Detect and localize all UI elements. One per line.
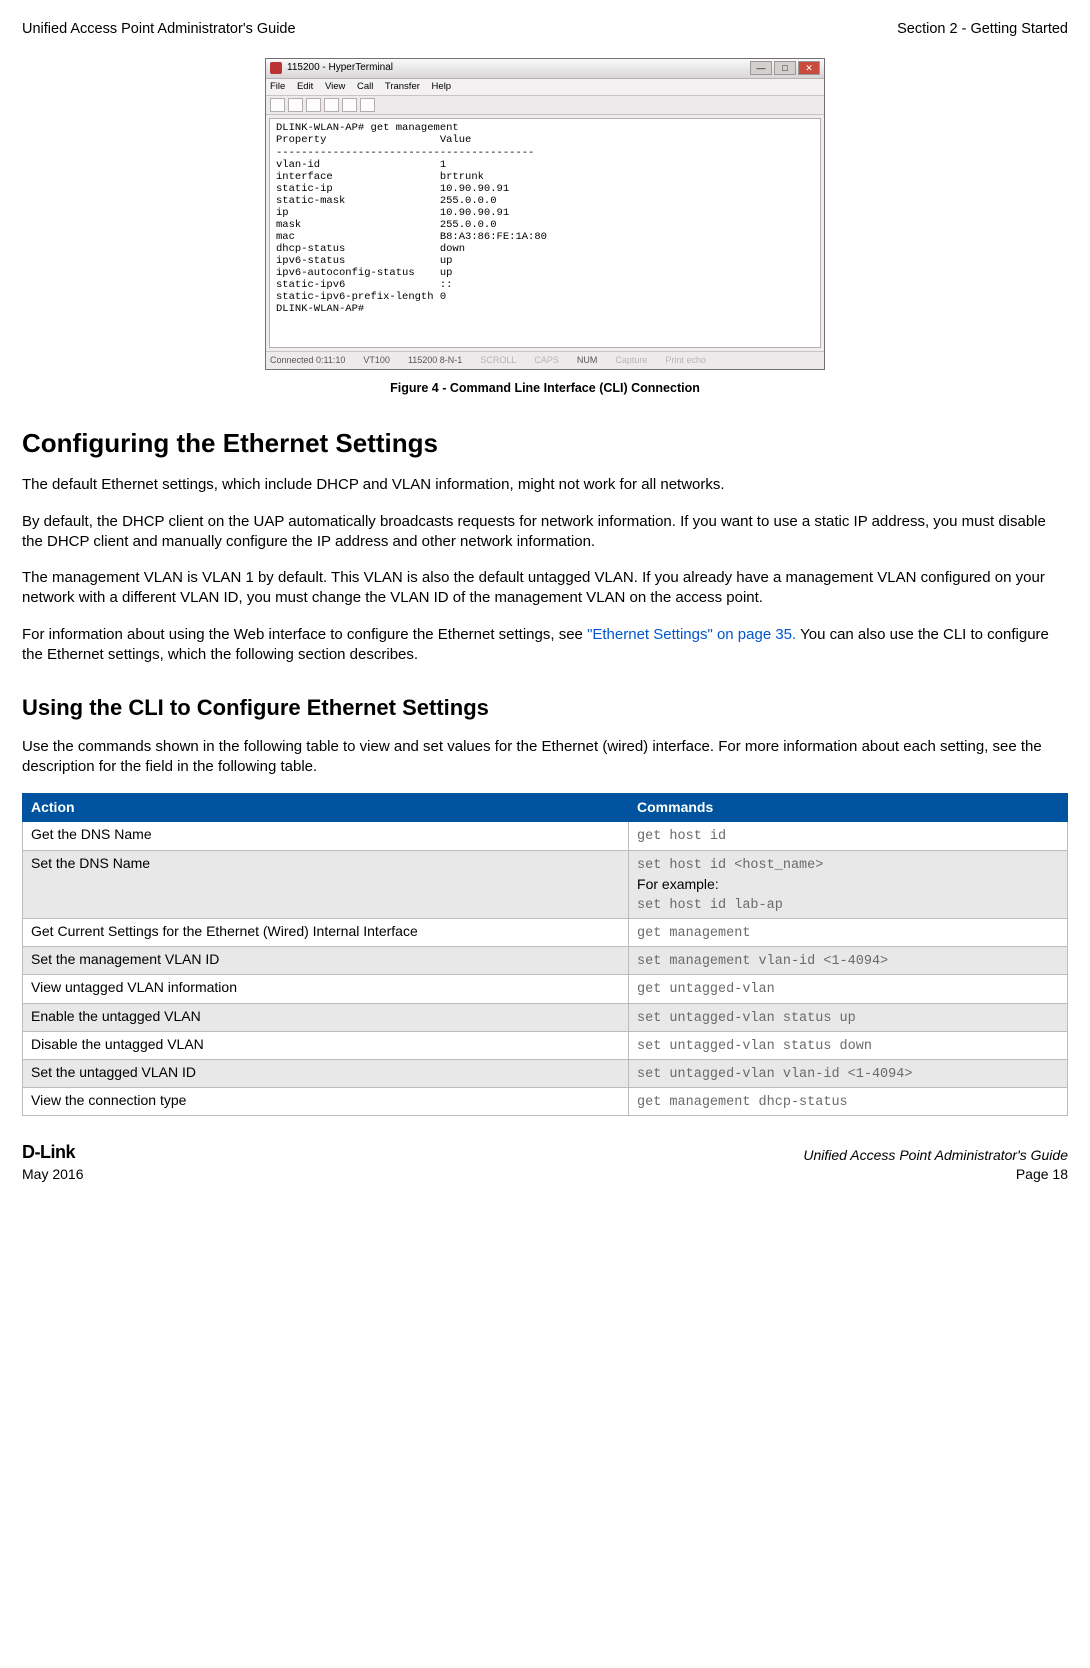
cell-action: Get Current Settings for the Ethernet (W… — [23, 918, 629, 946]
toolbar-icon[interactable] — [324, 98, 339, 112]
cell-action: View untagged VLAN information — [23, 975, 629, 1003]
menu-edit[interactable]: Edit — [297, 81, 313, 92]
cell-action: Set the management VLAN ID — [23, 947, 629, 975]
status-caps: CAPS — [534, 354, 559, 366]
brand-logo: D-Link — [22, 1140, 83, 1164]
status-term: VT100 — [363, 354, 390, 366]
menu-bar: File Edit View Call Transfer Help — [266, 79, 824, 97]
table-header-row: Action Commands — [23, 794, 1068, 822]
cmd-text: get management dhcp-status — [637, 1095, 848, 1110]
page-header: Unified Access Point Administrator's Gui… — [22, 20, 1068, 40]
cmd-text: get untagged-vlan — [637, 982, 775, 997]
cell-action: Disable the untagged VLAN — [23, 1031, 629, 1059]
footer-left: D-Link May 2016 — [22, 1140, 83, 1183]
page-footer: D-Link May 2016 Unified Access Point Adm… — [22, 1140, 1068, 1183]
window-titlebar: 115200 - HyperTerminal — □ ✕ — [266, 59, 824, 79]
cmd-text: set management vlan-id <1-4094> — [637, 954, 888, 969]
text: For information about using the Web inte… — [22, 626, 587, 643]
figure-caption: Figure 4 - Command Line Interface (CLI) … — [22, 380, 1068, 397]
figure-cli: 115200 - HyperTerminal — □ ✕ File Edit V… — [22, 58, 1068, 397]
maximize-button[interactable]: □ — [774, 61, 796, 75]
footer-date: May 2016 — [22, 1165, 83, 1184]
cell-command: set untagged-vlan status up — [629, 1003, 1068, 1031]
cmd-text: set untagged-vlan status up — [637, 1011, 856, 1026]
cell-command: set untagged-vlan vlan-id <1-4094> — [629, 1059, 1068, 1087]
table-row: View the connection type get management … — [23, 1088, 1068, 1116]
status-num: NUM — [577, 354, 598, 366]
cmd-text: set untagged-vlan vlan-id <1-4094> — [637, 1067, 912, 1082]
cell-command: set host id <host_name> For example: set… — [629, 850, 1068, 918]
table-row: Disable the untagged VLAN set untagged-v… — [23, 1031, 1068, 1059]
paragraph: The default Ethernet settings, which inc… — [22, 475, 1068, 495]
page-number: Page 18 — [803, 1165, 1068, 1184]
close-button[interactable]: ✕ — [798, 61, 820, 75]
cmd-text: get management — [637, 926, 750, 941]
table-row: Set the DNS Name set host id <host_name>… — [23, 850, 1068, 918]
paragraph: By default, the DHCP client on the UAP a… — [22, 512, 1068, 553]
table-row: View untagged VLAN information get untag… — [23, 975, 1068, 1003]
col-action: Action — [23, 794, 629, 822]
plain-text: For example: — [637, 876, 719, 892]
status-bar: Connected 0:11:10 VT100 115200 8-N-1 SCR… — [266, 351, 824, 368]
footer-right: Unified Access Point Administrator's Gui… — [803, 1146, 1068, 1184]
cross-reference-link[interactable]: "Ethernet Settings" on page 35. — [587, 626, 796, 643]
app-icon — [270, 62, 282, 74]
footer-doc-title: Unified Access Point Administrator's Gui… — [803, 1146, 1068, 1165]
window-title: 115200 - HyperTerminal — [287, 61, 393, 75]
toolbar-icon[interactable] — [360, 98, 375, 112]
cell-action: View the connection type — [23, 1088, 629, 1116]
heading-using-cli: Using the CLI to Configure Ethernet Sett… — [22, 693, 1068, 723]
paragraph: For information about using the Web inte… — [22, 625, 1068, 666]
window-controls: — □ ✕ — [750, 61, 820, 75]
cmd-text: set host id lab-ap — [637, 898, 783, 913]
cell-command: set management vlan-id <1-4094> — [629, 947, 1068, 975]
table-row: Set the management VLAN ID set managemen… — [23, 947, 1068, 975]
menu-call[interactable]: Call — [357, 81, 373, 92]
cmd-text: set untagged-vlan status down — [637, 1039, 872, 1054]
cell-command: get host id — [629, 822, 1068, 850]
minimize-button[interactable]: — — [750, 61, 772, 75]
paragraph: The management VLAN is VLAN 1 by default… — [22, 568, 1068, 609]
cell-command: get untagged-vlan — [629, 975, 1068, 1003]
cell-command: get management — [629, 918, 1068, 946]
cell-command: get management dhcp-status — [629, 1088, 1068, 1116]
status-echo: Print echo — [665, 354, 706, 366]
status-connected: Connected 0:11:10 — [270, 354, 345, 366]
table-row: Get Current Settings for the Ethernet (W… — [23, 918, 1068, 946]
status-capture: Capture — [615, 354, 647, 366]
menu-help[interactable]: Help — [432, 81, 452, 92]
cell-command: set untagged-vlan status down — [629, 1031, 1068, 1059]
table-row: Get the DNS Name get host id — [23, 822, 1068, 850]
toolbar-icon[interactable] — [288, 98, 303, 112]
paragraph: Use the commands shown in the following … — [22, 737, 1068, 778]
cell-action: Set the DNS Name — [23, 850, 629, 918]
toolbar-icon[interactable] — [306, 98, 321, 112]
toolbar — [266, 96, 824, 115]
col-commands: Commands — [629, 794, 1068, 822]
table-row: Set the untagged VLAN ID set untagged-vl… — [23, 1059, 1068, 1087]
hyperterminal-window: 115200 - HyperTerminal — □ ✕ File Edit V… — [265, 58, 825, 370]
cell-action: Enable the untagged VLAN — [23, 1003, 629, 1031]
table-row: Enable the untagged VLAN set untagged-vl… — [23, 1003, 1068, 1031]
commands-table: Action Commands Get the DNS Name get hos… — [22, 793, 1068, 1116]
cmd-text: set host id <host_name> — [637, 858, 823, 873]
cell-action: Get the DNS Name — [23, 822, 629, 850]
status-scroll: SCROLL — [480, 354, 516, 366]
header-left: Unified Access Point Administrator's Gui… — [22, 20, 296, 40]
menu-file[interactable]: File — [270, 81, 285, 92]
terminal-output: DLINK-WLAN-AP# get management Property V… — [269, 118, 821, 348]
cmd-text: get host id — [637, 829, 726, 844]
toolbar-icon[interactable] — [342, 98, 357, 112]
menu-view[interactable]: View — [325, 81, 345, 92]
status-baud: 115200 8-N-1 — [408, 354, 462, 366]
toolbar-icon[interactable] — [270, 98, 285, 112]
menu-transfer[interactable]: Transfer — [385, 81, 420, 92]
heading-configuring: Configuring the Ethernet Settings — [22, 426, 1068, 461]
cell-action: Set the untagged VLAN ID — [23, 1059, 629, 1087]
header-right: Section 2 - Getting Started — [897, 20, 1068, 40]
